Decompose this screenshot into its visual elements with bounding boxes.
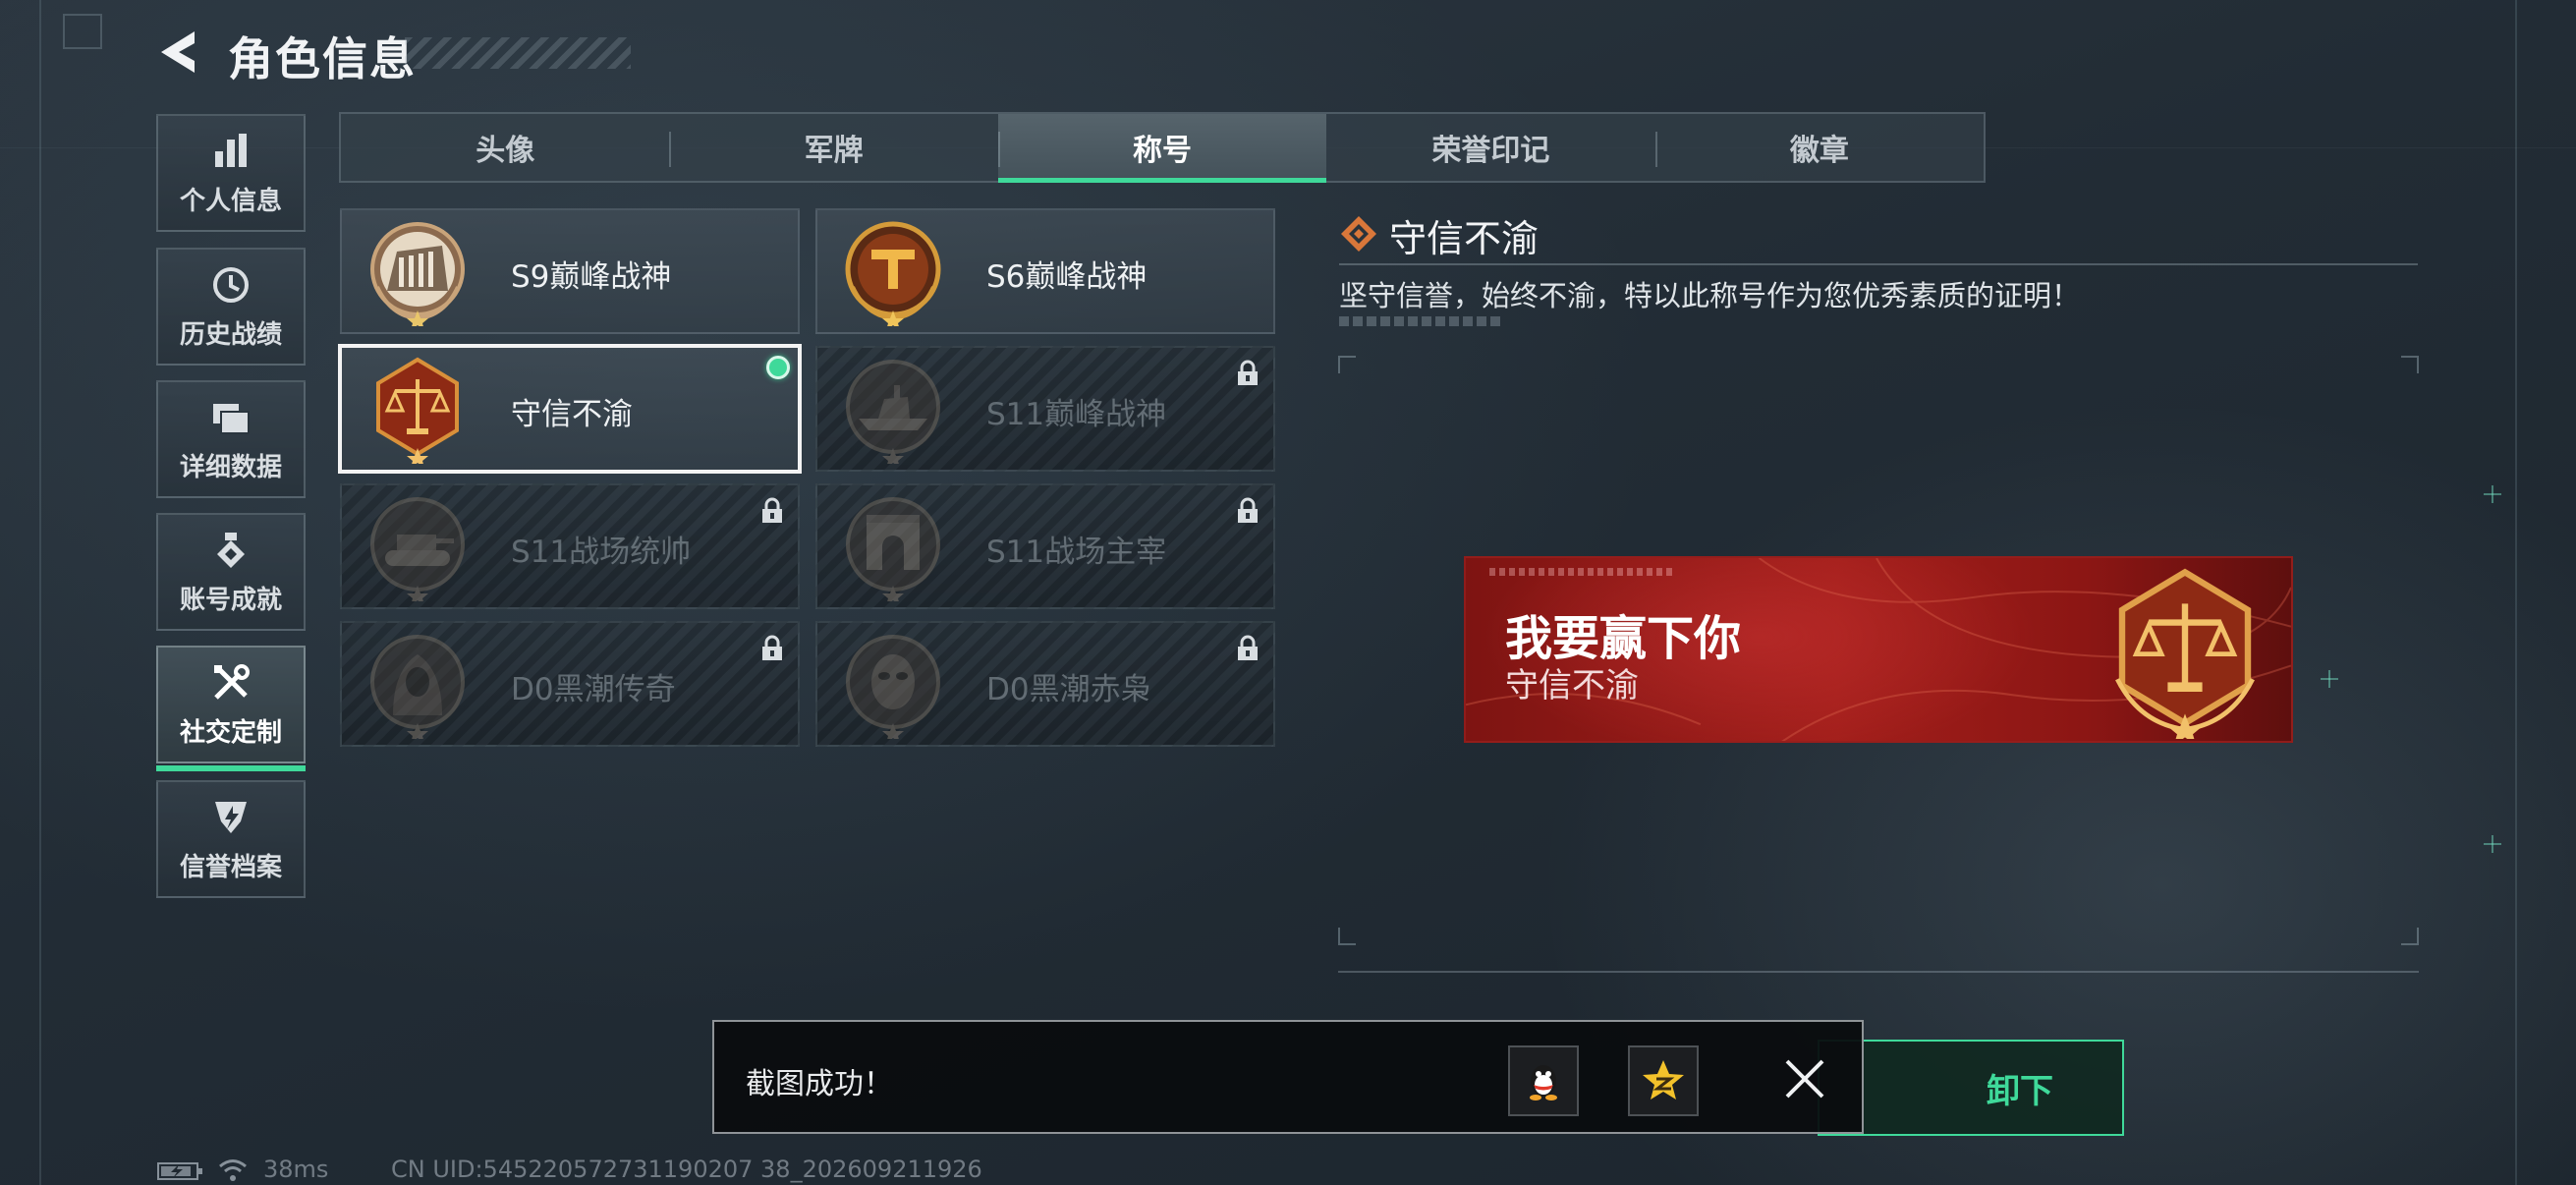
selected-title-description: 坚守信誉，始终不渝，特以此称号作为您优秀素质的证明！: [1339, 279, 2081, 312]
medal-icon: [209, 529, 252, 572]
sidebar-item-label: 个人信息: [179, 186, 282, 216]
title-name: S11战场统帅: [511, 535, 692, 570]
battery-icon: [157, 1162, 202, 1180]
unequip-button-label: 卸下: [1987, 1071, 2053, 1111]
network-ping: 38ms: [263, 1156, 329, 1183]
sidebar-item-label: 详细数据: [179, 452, 282, 482]
lock-icon: [762, 635, 782, 660]
sidebar-item-label: 历史战绩: [179, 319, 282, 350]
qzone-star-icon: [1643, 1060, 1684, 1100]
title-name: 守信不渝: [511, 397, 633, 432]
title-card[interactable]: S6巅峰战神: [815, 208, 1275, 334]
decor-line: [39, 0, 41, 1185]
tank-emblem-icon: [370, 497, 465, 601]
title-name: S9巅峰战神: [511, 259, 672, 295]
title-card-locked[interactable]: D0黑潮赤枭: [815, 621, 1275, 747]
title-decor-stripes: [405, 37, 631, 69]
decor-crosshair: [2484, 835, 2501, 853]
player-uid: CN UID:545220572731190207 38_20260921192…: [391, 1156, 982, 1183]
sidebar-item-social-custom[interactable]: 社交定制: [156, 646, 306, 771]
building-emblem-icon: [370, 222, 465, 326]
decor-line: [2515, 0, 2517, 1185]
close-icon[interactable]: [1779, 1053, 1830, 1104]
title-card-locked[interactable]: S11战场统帅: [340, 483, 800, 609]
sidebar-item-label: 信誉档案: [179, 852, 282, 882]
scales-emblem-icon: [376, 357, 459, 464]
divider: [1339, 263, 2418, 265]
ship-emblem-icon: [846, 360, 940, 464]
lock-icon: [1238, 360, 1258, 385]
title-card-locked[interactable]: D0黑潮传奇: [340, 621, 800, 747]
tab-honor-mark[interactable]: 荣誉印记: [1326, 114, 1654, 181]
sidebar-item-history[interactable]: 历史战绩: [156, 248, 306, 366]
title-card-selected[interactable]: 守信不渝: [338, 344, 802, 474]
scales-emblem-icon: [2115, 568, 2255, 739]
back-button[interactable]: [155, 28, 204, 77]
arch-emblem-icon: [846, 497, 940, 601]
toast-message: 截图成功！: [746, 1067, 893, 1101]
tab-avatar[interactable]: 头像: [341, 114, 669, 181]
screenshot-toast: 截图成功！: [712, 1020, 1864, 1134]
title-card-locked[interactable]: S11战场主宰: [815, 483, 1275, 609]
wifi-icon: [219, 1159, 247, 1181]
sidebar-item-personal-info[interactable]: 个人信息: [156, 114, 306, 232]
sidebar-item-detailed-data[interactable]: 详细数据: [156, 380, 306, 498]
tab-title[interactable]: 称号: [997, 114, 1327, 183]
title-name: D0黑潮传奇: [511, 672, 676, 707]
tab-dog-tag[interactable]: 军牌: [669, 114, 997, 181]
title-diamond-icon: [1341, 216, 1376, 252]
t-shield-emblem-icon: [845, 221, 941, 326]
decor-crosshair: [2484, 485, 2501, 503]
chevron-left-icon: [161, 31, 195, 73]
sidebar-item-credit-file[interactable]: 信誉档案: [156, 780, 306, 898]
title-name: S6巅峰战神: [986, 259, 1148, 295]
qq-penguin-icon: [1530, 1065, 1557, 1100]
title-banner-preview: 我要赢下你 守信不渝: [1464, 556, 2293, 743]
title-name: S11战场主宰: [986, 535, 1167, 570]
divider: [1338, 971, 2419, 973]
page-title: 角色信息: [228, 32, 417, 85]
clock-icon: [209, 263, 252, 307]
title-name: D0黑潮赤枭: [986, 672, 1151, 707]
sidebar-item-label: 账号成就: [179, 585, 282, 615]
equipped-indicator: [766, 356, 790, 379]
title-card-locked[interactable]: S11巅峰战神: [815, 346, 1275, 472]
category-tab-bar: 头像 军牌 称号 荣誉印记 徽章: [339, 112, 1986, 183]
share-qzone-button[interactable]: [1628, 1045, 1699, 1116]
lock-icon: [1238, 635, 1258, 660]
share-qq-button[interactable]: [1508, 1045, 1579, 1116]
credit-emblem-icon: [209, 796, 252, 839]
banner-title-name: 守信不渝: [1505, 666, 1639, 705]
bar-chart-icon: [209, 130, 252, 173]
lock-icon: [762, 497, 782, 523]
sidebar-item-achievements[interactable]: 账号成就: [156, 513, 306, 631]
decor-frame: [63, 14, 102, 49]
tab-badge[interactable]: 徽章: [1654, 114, 1984, 181]
folder-icon: [209, 396, 252, 439]
title-name: S11巅峰战神: [986, 397, 1167, 432]
decor-code-strip: [1339, 316, 1504, 326]
lock-icon: [1238, 497, 1258, 523]
tools-icon: [209, 661, 252, 705]
decor-code-strip: [1489, 568, 1676, 576]
sidebar-item-label: 社交定制: [179, 717, 282, 748]
mask-emblem-icon: [846, 635, 940, 739]
selected-title-name: 守信不渝: [1389, 217, 1540, 260]
title-card[interactable]: S9巅峰战神: [340, 208, 800, 334]
hooded-figure-emblem-icon: [370, 635, 465, 739]
